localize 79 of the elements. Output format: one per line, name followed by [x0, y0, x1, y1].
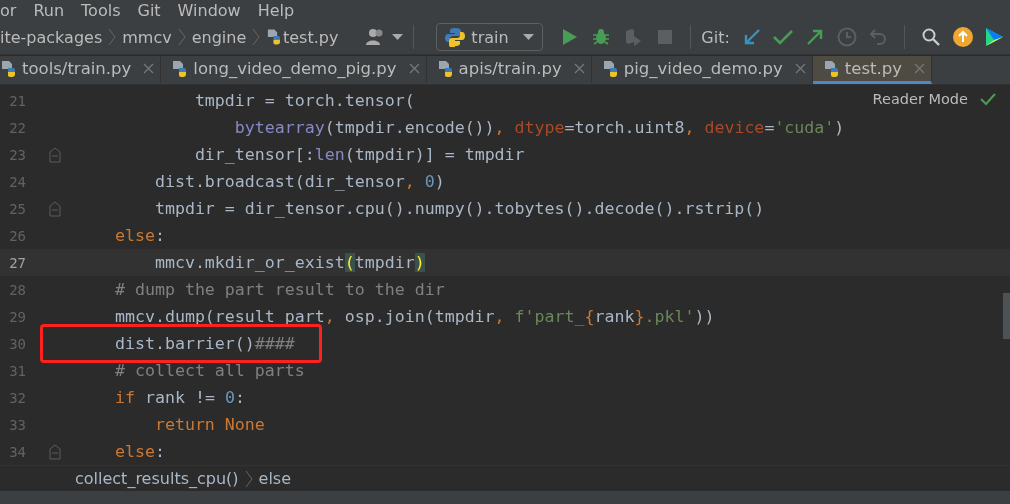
code-line: return None — [153, 414, 265, 437]
breadcrumb-item[interactable]: collect_results_cpu() — [75, 469, 239, 489]
close-icon[interactable] — [794, 63, 806, 75]
code-line: else: — [113, 441, 165, 464]
python-file-icon — [436, 59, 455, 78]
bug-icon[interactable] — [592, 28, 611, 47]
fold-icon[interactable] — [48, 200, 61, 217]
line-number: 27 — [8, 254, 26, 271]
stop-icon[interactable] — [657, 30, 672, 45]
editor-tab[interactable]: tools/train.py — [0, 56, 162, 85]
check-icon — [980, 92, 996, 106]
search-icon[interactable] — [921, 28, 940, 47]
line-number: 30 — [8, 335, 26, 352]
menu-item[interactable]: Help — [257, 0, 295, 20]
code-line: tmpdir = torch.tensor( — [193, 90, 415, 113]
coverage-icon[interactable] — [623, 28, 642, 47]
breadcrumb-item[interactable]: ite-packages — [0, 27, 103, 47]
menu-item[interactable]: Run — [33, 0, 65, 20]
code-line: mmcv.dump(result_part, osp.join(tmpdir, f'part_{rank}.pkl')) — [113, 306, 715, 329]
arrow-up-right-icon[interactable] — [806, 28, 824, 47]
close-icon[interactable] — [914, 63, 926, 75]
code-line: bytearray(tmpdir.encode()), dtype=torch.uint8, device='cuda') — [233, 117, 845, 140]
line-number: 34 — [8, 443, 26, 460]
editor-tab[interactable]: test.py — [812, 56, 933, 85]
line-number: 29 — [8, 308, 26, 325]
line-number: 23 — [8, 146, 26, 163]
chevron-icon — [244, 469, 253, 488]
python-file-icon — [0, 59, 18, 78]
python-file-icon — [266, 28, 283, 47]
line-number: 33 — [8, 416, 26, 433]
undo-icon[interactable] — [869, 28, 888, 47]
code-line: dist.broadcast(dir_tensor, 0) — [153, 171, 445, 194]
close-icon[interactable] — [408, 63, 420, 75]
menu-item[interactable]: Tools — [81, 0, 121, 20]
toolbox-logo-icon[interactable] — [984, 27, 1005, 48]
close-icon[interactable] — [143, 63, 155, 75]
line-number: 26 — [8, 227, 26, 244]
menu-item[interactable]: Git — [137, 0, 161, 20]
run-icon[interactable] — [561, 28, 578, 47]
caret-icon — [392, 33, 404, 41]
chevron-icon — [177, 28, 186, 47]
code-line: if rank != 0: — [113, 387, 245, 410]
line-number: 28 — [8, 281, 26, 298]
code-line: mmcv.mkdir_or_exist(tmpdir) — [153, 252, 425, 275]
chevron-icon — [252, 28, 261, 47]
check-icon[interactable] — [773, 29, 794, 46]
code-line: # dump the part result to the dir — [113, 279, 445, 302]
breadcrumb-item[interactable]: mmcv — [122, 27, 172, 47]
fold-icon[interactable] — [48, 443, 61, 460]
reader-mode-button[interactable]: Reader Mode — [872, 91, 968, 108]
line-number: 21 — [8, 92, 26, 109]
fold-icon[interactable] — [48, 146, 61, 163]
update-icon[interactable] — [952, 27, 973, 48]
breadcrumb-item[interactable]: else — [258, 469, 292, 489]
chevron-icon — [108, 28, 117, 47]
breadcrumb-item[interactable]: engine — [191, 27, 247, 47]
code-line: else: — [113, 225, 165, 248]
arrow-down-left-icon[interactable] — [742, 28, 761, 47]
clock-icon[interactable] — [836, 27, 857, 48]
code-line: dist.barrier()#### — [75, 330, 295, 358]
menu-item[interactable]: or — [0, 0, 17, 20]
close-icon[interactable] — [573, 63, 585, 75]
caret-icon — [522, 33, 534, 41]
run-config-dropdown[interactable]: train — [436, 23, 543, 52]
git-label: Git: — [701, 27, 730, 47]
python-file-icon — [601, 59, 620, 78]
breadcrumb-item[interactable]: test.py — [283, 27, 339, 47]
python-icon — [445, 27, 466, 48]
line-number: 32 — [8, 389, 26, 406]
code-line: dir_tensor[:len(tmpdir)] = tmpdir — [193, 144, 525, 167]
scrollbar-thumb[interactable] — [1003, 293, 1010, 340]
menu-item[interactable]: Window — [177, 0, 241, 20]
line-number: 25 — [8, 200, 26, 217]
line-number: 31 — [8, 362, 26, 379]
python-file-icon — [822, 59, 841, 78]
code-line: tmpdir = dir_tensor.cpu().numpy().tobytes().decode().rstrip() — [153, 198, 765, 221]
code-line: # collect all parts — [113, 360, 305, 383]
line-number: 24 — [8, 173, 26, 190]
line-number: 22 — [8, 119, 26, 136]
